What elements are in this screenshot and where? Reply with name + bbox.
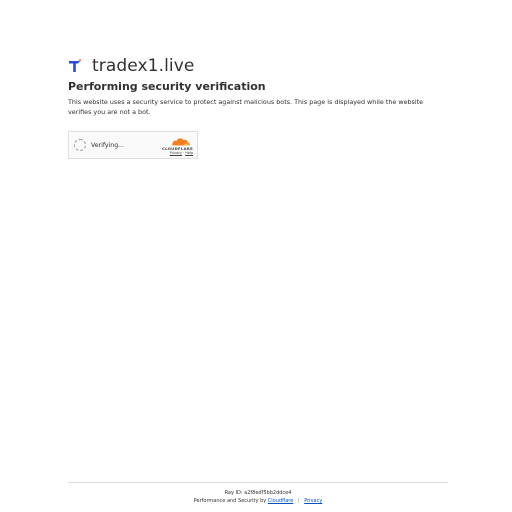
performance-prefix: Performance and Security by [193,498,267,504]
site-name: tradex1.live [92,56,195,76]
widget-links: Privacy · Help [157,151,193,155]
performance-line: Performance and Security by Cloudflare |… [68,497,448,505]
cloudflare-branding: CLOUDFLARE Privacy · Help [157,136,193,156]
verification-page: tradex1.live Performing security verific… [0,0,512,512]
cloudflare-cloud-icon [172,138,190,146]
turnstile-widget[interactable]: Verifying... CLOUDFLARE Privacy · Help [68,131,198,159]
footer-separator: | [297,498,300,504]
ray-id-value: a2f8edf5bb2ddce4 [244,490,292,496]
ray-id: Ray ID: a2f8edf5bb2ddce4 [68,490,448,497]
widget-help-link[interactable]: Help [185,151,193,155]
spinner-icon [74,139,86,151]
ray-id-label: Ray ID: [224,490,243,496]
page-title: Performing security verification [68,80,266,93]
main-content: tradex1.live Performing security verific… [68,56,448,159]
cloudflare-link[interactable]: Cloudflare [268,498,294,504]
tradex-logo-icon [69,59,82,72]
footer-privacy-link[interactable]: Privacy [304,498,322,504]
verifying-status: Verifying... [91,141,125,149]
footer: Ray ID: a2f8edf5bb2ddce4 Performance and… [68,482,448,505]
page-description: This website uses a security service to … [68,98,424,116]
widget-privacy-link[interactable]: Privacy [170,151,182,155]
site-header: tradex1.live [68,56,448,76]
